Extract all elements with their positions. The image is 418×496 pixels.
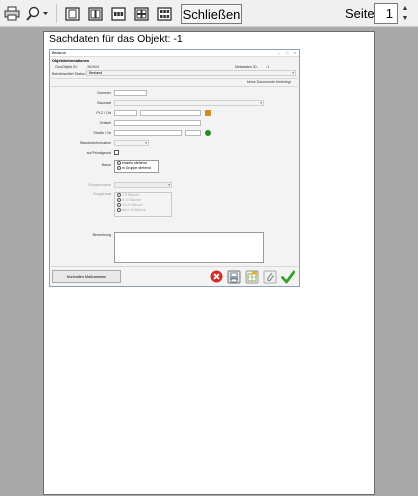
plz-label: PLZ / Ort [96,111,111,115]
radio-icon [117,161,121,166]
chevron-down-icon: ▾ [292,71,294,75]
delete-button [209,269,224,284]
zoom-button[interactable] [24,4,50,23]
zoom-icon [26,6,48,21]
minimize-icon: – [278,51,280,55]
print-form-button [226,269,241,284]
toolbar-separator [56,4,57,23]
print-preview-toolbar: Schließen Seite 1 ▲ ▼ [0,0,418,27]
list-item: über 20 Bäume [115,208,171,213]
section-heading: Objektinformationen [52,59,90,63]
print-button[interactable] [3,4,21,23]
printer-icon [227,270,240,283]
privat-checkbox [114,150,119,155]
geoobjekt-label: GeoObjekt ID: [55,65,78,69]
privat-label: auf Privatgrund [86,151,111,155]
radio-icon [117,166,121,171]
one-page-button[interactable] [63,4,82,23]
metadaten-label: Metadaten ID: [235,65,258,69]
baum-label: Baum [101,163,111,167]
chevron-down-icon: ▾ [145,141,147,145]
six-pages-icon [157,6,172,21]
two-pages-button[interactable] [86,4,105,23]
gruppenname-label: Gruppenname [88,183,111,187]
metadaten-value: -1 [266,65,270,69]
baum-radio-group: einzeln stehend in Gruppe stehend [114,160,159,173]
maximize-icon: □ [285,51,289,55]
radio-option-group: in Gruppe stehend [115,166,158,171]
status-value: Bestand [89,71,103,75]
four-pages-button[interactable] [132,4,151,23]
kontrollen-button: Kontrollen Maßnahmen [52,270,121,283]
standort-dropdown: ▾ [114,140,149,146]
six-pages-button[interactable] [155,4,174,23]
gps-icon [205,130,211,136]
three-pages-icon [111,6,126,21]
divider [51,86,298,87]
print-page: Sachdaten für das Objekt: -1 Bedarna – □… [43,31,375,495]
strasse-label: Straße / Nr [93,131,111,135]
form-window-title: Bedarna [52,51,66,55]
spreadsheet-icon [245,270,258,283]
four-pages-icon [134,6,149,21]
nummer-field [114,90,147,96]
betrieb-label: Betriebsmittel Status: [52,72,86,76]
map-pin-icon [205,110,211,116]
three-pages-button[interactable] [109,4,128,23]
divider [51,78,298,79]
docs-note: keine Dokumente hinterlegt [247,80,291,84]
nummer-label: Nummer [97,91,111,95]
strasse-field [114,130,182,136]
attach-button [262,269,277,284]
delete-icon [210,270,223,283]
close-window-icon: × [293,51,297,55]
ortsteil-label: Ortsteil [99,121,111,125]
page-label: Seite [345,6,375,21]
close-button[interactable]: Schließen [181,4,242,24]
hausnummer-field [185,130,201,136]
export-button [244,269,259,284]
chevron-down-icon: ▾ [168,183,170,187]
paperclip-icon [263,270,276,283]
plz-field [114,110,137,116]
page-number-input[interactable]: 1 [374,3,398,24]
chevron-down-icon: ▾ [260,101,262,105]
spin-down-icon[interactable]: ▼ [399,13,411,23]
print-icon [4,6,20,21]
baumart-dropdown: ▾ [114,100,264,106]
save-button [280,269,295,284]
gruppenart-list: 2-5 Bäume 5-10 Bäume 10-20 Bäume über 20… [114,192,172,217]
page-spinner[interactable]: ▲ ▼ [399,3,411,24]
ort-field [140,110,201,116]
geoobjekt-value: 391924 [87,65,99,69]
divider [51,266,298,267]
bemerkung-textarea [114,232,264,263]
gruppenart-label: Gruppenart [92,192,111,196]
ortsteil-field [114,120,201,126]
gruppenname-dropdown: ▾ [114,182,172,188]
form-window-snapshot: Bedarna – □ × Objektinformationen GeoObj… [49,49,300,287]
baumart-label: Baumart [97,101,111,105]
checkmark-icon [280,270,295,283]
bemerkung-label: Bemerkung [92,233,111,237]
two-pages-icon [88,6,103,21]
status-dropdown: Bestand ▾ [86,70,296,76]
spin-up-icon[interactable]: ▲ [399,3,411,13]
standort-label: Standortinformation [79,141,111,145]
one-page-icon [65,6,80,21]
page-title: Sachdaten für das Objekt: -1 [49,33,183,45]
form-titlebar: Bedarna – □ × [50,50,299,57]
